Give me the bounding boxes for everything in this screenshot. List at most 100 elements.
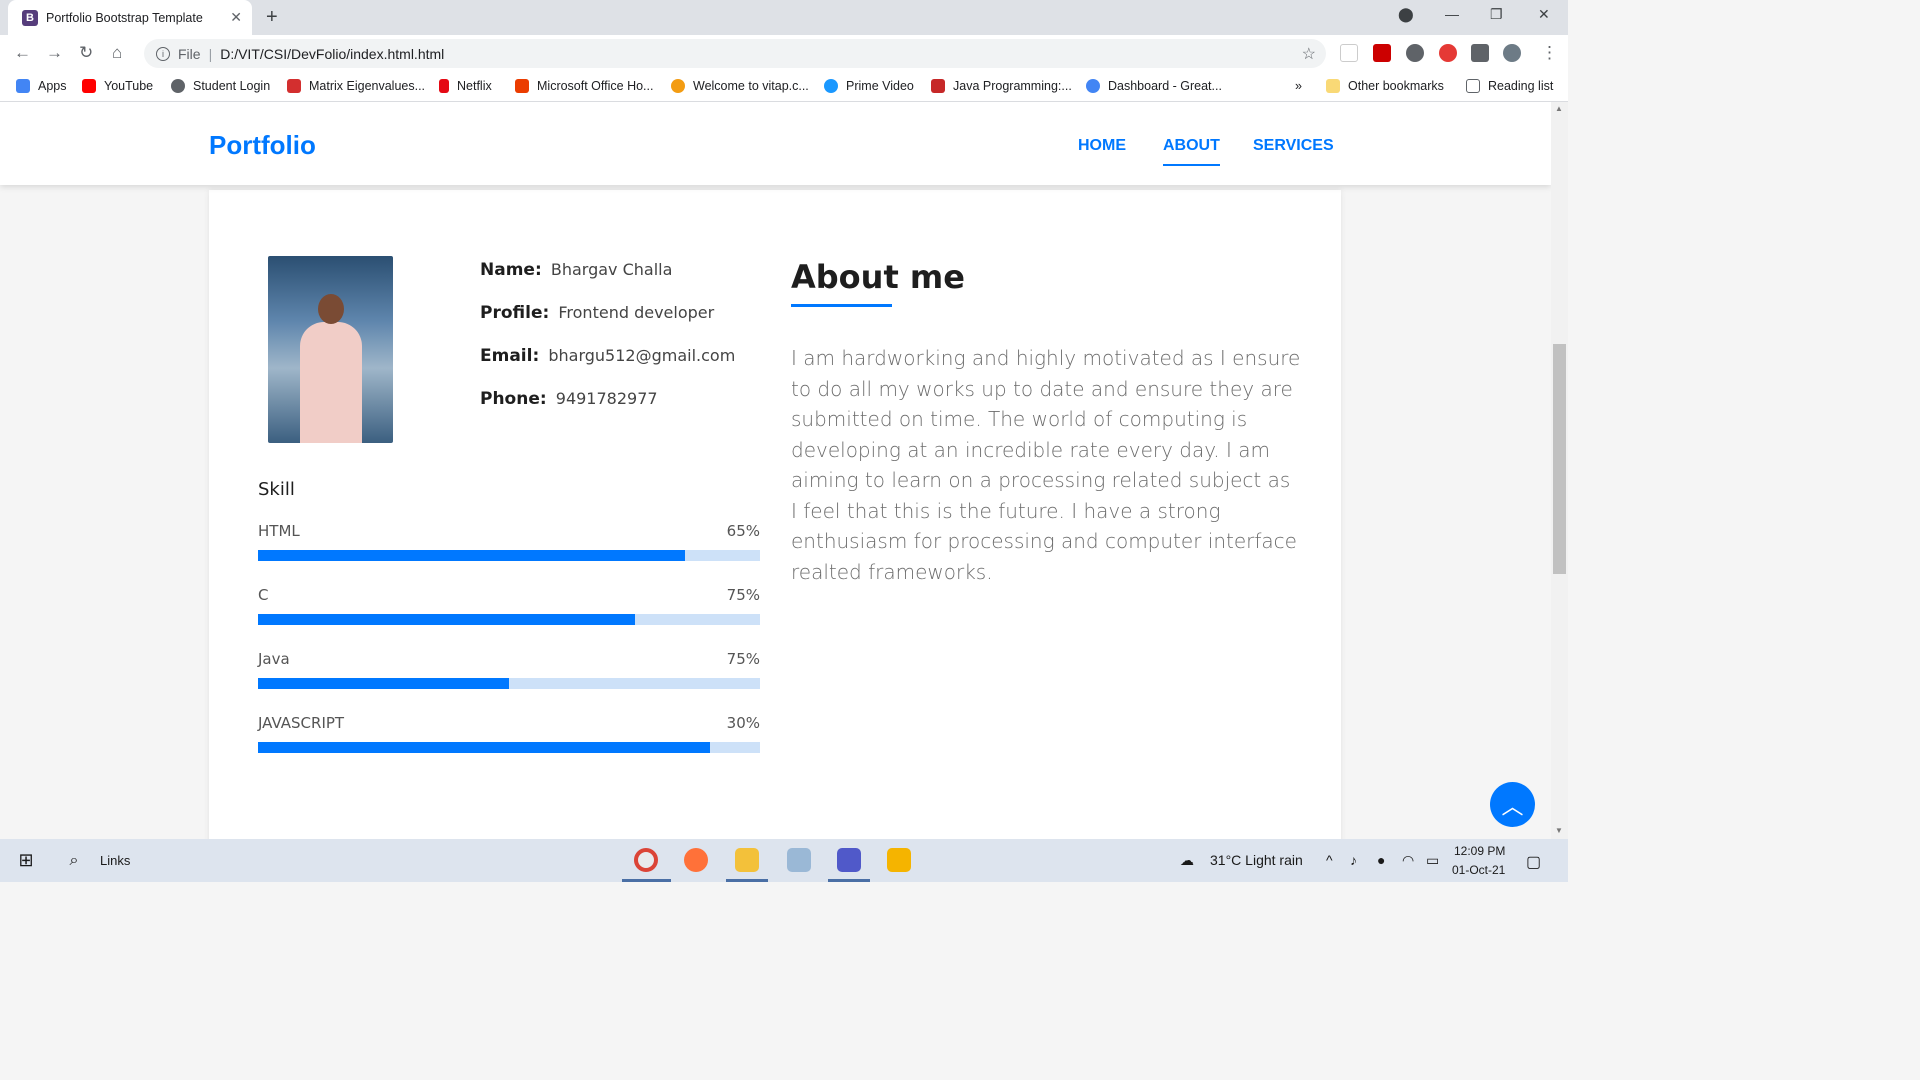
chrome-icon[interactable] [634,848,658,872]
bookmark-star-icon[interactable]: ☆ [1302,44,1316,64]
about-title: About me [791,258,965,296]
windows-taskbar: ⊞ ⌕ Links ☁ 31°C Light rain ^ ♪ ● ◠ ▭ 12… [0,839,1568,882]
skill-name: Java [258,650,290,668]
profile-avatar[interactable] [1503,44,1521,62]
chevron-up-tray-icon[interactable]: ^ [1326,852,1333,868]
laptop-app-icon[interactable] [787,848,811,872]
reading-list[interactable]: Reading list [1466,79,1553,93]
about-text: I am hardworking and highly motivated as… [791,346,1301,584]
name-label: Name: [480,260,542,280]
info-phone: Phone: 9491782977 [480,389,658,409]
bookmark-other[interactable]: Other bookmarks [1326,79,1444,93]
taskbar-search-label[interactable]: Links [100,839,130,882]
nav-home[interactable]: HOME [1078,137,1126,155]
chevron-up-icon: ︿ [1501,793,1524,819]
reload-icon[interactable]: ↻ [79,43,93,63]
profile-dropdown-icon[interactable]: ⬤ [1398,6,1414,23]
extensions-puzzle-icon[interactable] [1471,44,1489,62]
prime-video-icon [824,79,838,93]
bookmark-prime-video[interactable]: Prime Video [824,79,914,93]
address-protocol: File [178,45,201,62]
apps-grid-icon [16,79,30,93]
firefox-icon[interactable] [684,848,708,872]
page-scrollbar[interactable]: ▲ ▼ [1551,102,1568,839]
info-icon[interactable]: i [156,46,170,61]
bookmark-netflix[interactable]: Netflix [439,79,492,93]
search-icon[interactable]: ⌕ [62,839,86,882]
bookmark-java[interactable]: Java Programming:... [931,79,1072,93]
address-bar[interactable]: i File | D:/VIT/CSI/DevFolio/index.html.… [144,39,1326,68]
weather-text[interactable]: 31°C Light rain [1210,852,1303,868]
notifications-icon[interactable]: ▢ [1526,852,1541,872]
back-icon[interactable]: ← [14,43,31,63]
scrollbar-thumb[interactable] [1553,344,1566,574]
extension-red-shield-icon[interactable] [1439,44,1457,62]
skill-percent: 75% [726,586,760,604]
skill-title: Skill [258,479,295,500]
folder-icon [1326,79,1340,93]
close-tab-icon[interactable]: ✕ [230,9,242,26]
nav-about[interactable]: ABOUT [1163,137,1220,166]
page-viewport: Portfolio HOME ABOUT SERVICES Name: Bhar… [0,102,1551,839]
bookmark-student-login[interactable]: Student Login [171,79,270,93]
extension-shield-icon[interactable] [1406,44,1424,62]
bookmark-vitap[interactable]: Welcome to vitap.c... [671,79,809,93]
name-value: Bhargav Challa [550,260,673,279]
menu-kebab-icon[interactable]: ⋮ [1541,43,1558,63]
skill-progress-fill [258,550,685,561]
address-separator: | [208,45,213,62]
weather-cloud-icon: ☁ [1180,852,1194,868]
bookmark-apps[interactable]: Apps [16,79,67,93]
skill-name: JAVASCRIPT [258,714,345,732]
netflix-icon [439,79,449,93]
scroll-up-icon[interactable]: ▲ [1555,104,1563,113]
globe-icon [171,79,185,93]
nav-services[interactable]: SERVICES [1253,137,1334,155]
clock-date[interactable]: 01-Oct-21 [1452,863,1505,877]
skill-progress-bar [258,742,760,753]
about-title-underline [791,304,892,307]
bookmark-dashboard[interactable]: Dashboard - Great... [1086,79,1222,93]
skill-percent: 30% [726,714,760,732]
extension-youtube-icon[interactable] [1373,44,1391,62]
reading-list-icon [1466,79,1480,93]
address-url: D:/VIT/CSI/DevFolio/index.html.html [220,45,445,62]
skill-progress-bar [258,614,760,625]
site-brand[interactable]: Portfolio [209,130,316,161]
minimize-icon[interactable]: — [1445,6,1459,22]
microphone-icon[interactable]: ● [1377,852,1385,868]
bookmark-youtube[interactable]: YouTube [82,79,153,93]
email-label: Email: [480,346,540,366]
battery-icon[interactable]: ▭ [1426,852,1439,869]
back-to-top-button[interactable]: ︿ [1490,782,1535,827]
forward-icon[interactable]: → [46,43,63,63]
phone-label: Phone: [480,389,547,409]
browser-tab[interactable]: B Portfolio Bootstrap Template ✕ [8,0,252,35]
skill-javascript: JAVASCRIPT 30% [258,714,760,753]
skill-progress-fill [258,614,635,625]
file-explorer-icon[interactable] [735,848,759,872]
close-window-icon[interactable]: ✕ [1538,6,1550,23]
skill-name: HTML [258,522,300,540]
bookmarks-overflow-icon[interactable]: » [1295,79,1302,93]
wifi-icon[interactable]: ◠ [1402,852,1414,869]
bookmark-office[interactable]: Microsoft Office Ho... [515,79,653,93]
scroll-down-icon[interactable]: ▼ [1555,826,1563,835]
chrome-active-indicator [622,879,671,882]
info-profile: Profile: Frontend developer [480,303,714,323]
teams-icon[interactable] [837,848,861,872]
new-tab-icon[interactable]: + [266,6,278,29]
profile-photo [268,256,393,443]
about-card: Name: Bhargav Challa Profile: Frontend d… [209,190,1341,839]
mail-folder-icon[interactable] [887,848,911,872]
home-icon[interactable]: ⌂ [112,43,122,63]
bootstrap-icon: B [22,9,38,26]
extension-snowflake-icon[interactable] [1340,44,1358,62]
volume-icon[interactable]: ♪ [1350,852,1357,868]
windows-start-icon[interactable]: ⊞ [12,839,40,882]
phone-value: 9491782977 [555,389,658,408]
photo-person-body [300,322,362,443]
restore-icon[interactable]: ❐ [1490,6,1503,23]
bookmark-matrix[interactable]: Matrix Eigenvalues... [287,79,425,93]
clock-time[interactable]: 12:09 PM [1454,844,1505,858]
